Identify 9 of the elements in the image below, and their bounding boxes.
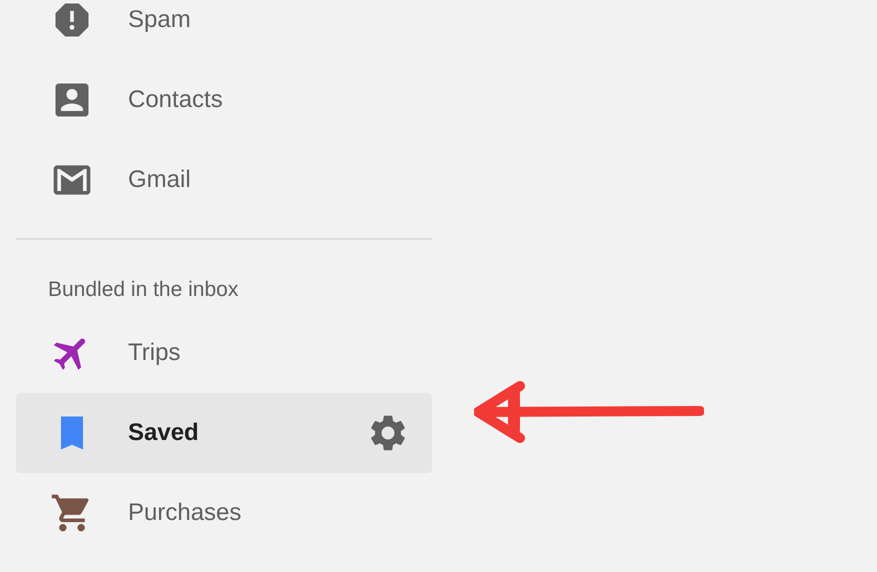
nav-item-label[interactable]: Gmail: [128, 166, 191, 194]
section-heading: Bundled in the inbox: [48, 278, 238, 302]
nav-item-label[interactable]: Purchases: [128, 499, 242, 527]
nav-item-label[interactable]: Saved: [128, 419, 199, 447]
nav-item-label[interactable]: Contacts: [128, 86, 223, 114]
nav-item-label[interactable]: Trips: [128, 339, 180, 367]
settings-icon[interactable]: [370, 415, 406, 451]
nav-item-label[interactable]: Spam: [128, 6, 191, 34]
selected-row-background[interactable]: Saved: [16, 393, 432, 473]
